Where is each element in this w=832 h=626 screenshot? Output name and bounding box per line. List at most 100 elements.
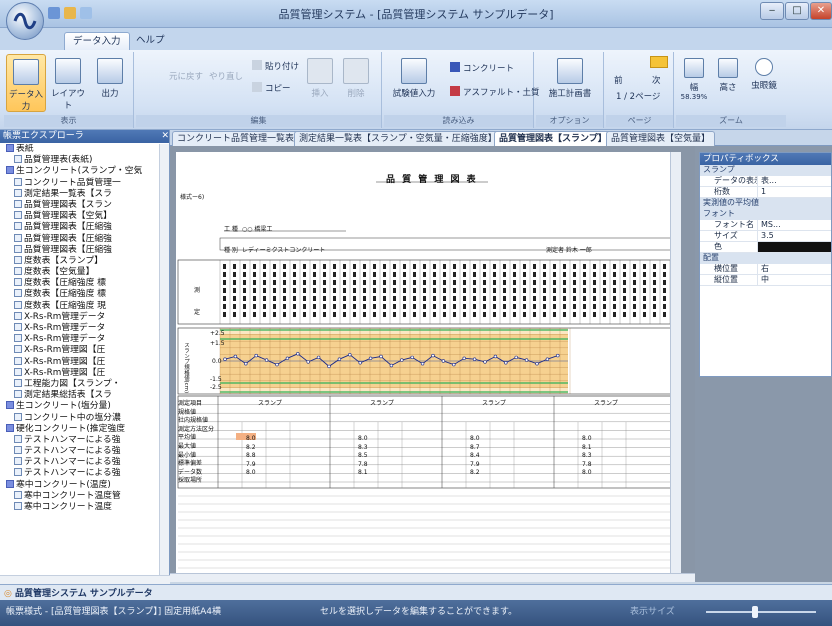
- category-value[interactable]: レディーミクストコンクリート: [242, 245, 325, 254]
- tree-folder[interactable]: 表紙: [0, 144, 160, 155]
- property-value[interactable]: 1: [758, 187, 831, 197]
- stats-cell[interactable]: 7.9: [470, 461, 480, 468]
- property-category[interactable]: フォント: [700, 209, 831, 220]
- tree-item[interactable]: テストハンマーによる強: [0, 434, 160, 446]
- tab-help[interactable]: ヘルプ: [128, 32, 173, 50]
- paste-button[interactable]: 貼り付け: [252, 60, 299, 72]
- property-row[interactable]: サイズ 3.5: [700, 231, 831, 242]
- stats-cell[interactable]: 8.0: [246, 435, 256, 442]
- zoom-slider[interactable]: [706, 611, 816, 613]
- next-arrow-icon[interactable]: [650, 56, 668, 68]
- stats-cell[interactable]: 8.0: [470, 435, 480, 442]
- property-category[interactable]: スランプ: [700, 165, 831, 176]
- tab-concrete-quality-list[interactable]: コンクリート品質管理一覧表: [172, 131, 300, 146]
- insert-button[interactable]: 挿入: [300, 54, 340, 112]
- stats-cell[interactable]: 8.0: [246, 469, 256, 476]
- property-row[interactable]: 縦位置中: [700, 275, 831, 286]
- app-orb-button[interactable]: [6, 2, 44, 40]
- stats-cell[interactable]: 8.2: [246, 444, 256, 451]
- stats-cell[interactable]: 8.1: [582, 444, 592, 451]
- inspector-value[interactable]: 測定者 鈴木 一郎: [546, 245, 592, 254]
- project-tab[interactable]: ◎ 品質管理システム サンプルデータ: [4, 586, 153, 599]
- stats-cell[interactable]: 8.0: [582, 469, 592, 476]
- report-page[interactable]: 様式ー6) 品 質 管 理 図 表 工 種 ○○ 橋梁工 種 別 レディーミクス…: [176, 152, 681, 577]
- stats-cell[interactable]: 8.3: [358, 444, 368, 451]
- tree-folder[interactable]: 硬化コンクリート(推定強度: [0, 423, 160, 435]
- stats-cell[interactable]: 7.8: [582, 461, 592, 468]
- property-row[interactable]: フォント名 MS...: [700, 220, 831, 231]
- next-page-button[interactable]: 次: [652, 74, 661, 86]
- tree-item[interactable]: 寒中コンクリート温度: [0, 502, 160, 513]
- tree-item[interactable]: テストハンマーによる強: [0, 468, 160, 479]
- tree-item[interactable]: 測定結果一覧表【スラ: [0, 188, 160, 200]
- prev-page-button[interactable]: 前: [614, 74, 623, 86]
- tab-quality-chart-slump[interactable]: 品質管理図表【スランプ】: [494, 131, 612, 146]
- close-button[interactable]: ✕: [810, 2, 832, 20]
- tab-quality-chart-air[interactable]: 品質管理図表【空気量】: [606, 131, 716, 146]
- tree-item[interactable]: テストハンマーによる強: [0, 446, 160, 457]
- tree-item[interactable]: 工程能力図【スランプ・: [0, 378, 160, 390]
- tree-item[interactable]: X-Rs-Rm管理データ: [0, 323, 160, 334]
- tree-item[interactable]: 寒中コンクリート温度管: [0, 490, 160, 502]
- tab-data-input[interactable]: データ入力: [64, 32, 130, 50]
- stats-cell[interactable]: 8.7: [470, 444, 480, 451]
- tree-item[interactable]: コンクリート中の塩分濃: [0, 412, 160, 424]
- property-row[interactable]: 色: [700, 242, 831, 253]
- tree-item[interactable]: 度数表【空気量】: [0, 267, 160, 278]
- sheet-vertical-scrollbar[interactable]: [670, 152, 681, 577]
- tree-item[interactable]: 品質管理図表【スラン: [0, 199, 160, 211]
- stats-cell[interactable]: 8.1: [358, 469, 368, 476]
- tree-folder[interactable]: 生コンクリート(塩分量): [0, 401, 160, 412]
- property-row[interactable]: 桁数 1: [700, 187, 831, 198]
- property-row[interactable]: データの表示設定表...: [700, 176, 831, 187]
- tree-item[interactable]: 度数表【圧縮強度 現: [0, 300, 160, 312]
- tree-folder[interactable]: 寒中コンクリート(温度): [0, 479, 160, 491]
- tree-item[interactable]: X-Rs-Rm管理図【圧: [0, 345, 160, 356]
- property-category[interactable]: 配置: [700, 253, 831, 264]
- stats-cell[interactable]: 8.0: [582, 435, 592, 442]
- magnifier-button[interactable]: 虫眼鏡: [746, 54, 782, 112]
- property-category[interactable]: 実測値の平均値: [700, 198, 831, 209]
- sheet-horizontal-scrollbar[interactable]: [170, 573, 695, 582]
- tree-item[interactable]: 品質管理図表【圧縮強: [0, 233, 160, 245]
- asphalt-soil-button[interactable]: アスファルト・土質: [450, 86, 540, 98]
- fit-height-button[interactable]: 高さ: [712, 54, 744, 112]
- tree-item[interactable]: 品質管理図表【圧縮強: [0, 222, 160, 233]
- stats-cell[interactable]: 8.2: [470, 469, 480, 476]
- copy-button[interactable]: コピー: [252, 82, 291, 94]
- data-input-button[interactable]: データ入力: [6, 54, 46, 112]
- stats-cell[interactable]: 8.4: [470, 452, 480, 459]
- output-button[interactable]: 出力: [90, 54, 130, 112]
- property-value[interactable]: 中: [758, 275, 831, 285]
- tree-item[interactable]: 品質管理図表【圧縮強: [0, 244, 160, 256]
- tab-measurement-results[interactable]: 測定結果一覧表【スランプ・空気量・圧縮強度】: [294, 131, 502, 146]
- property-row[interactable]: 横位置右: [700, 264, 831, 275]
- pin-icon[interactable]: ✕: [161, 130, 169, 143]
- stats-cell[interactable]: 8.3: [582, 452, 592, 459]
- construction-plan-button[interactable]: 施工計画書: [540, 54, 600, 112]
- property-value[interactable]: 3.5: [758, 231, 831, 241]
- tree-item[interactable]: 度数表【圧縮強度 標: [0, 278, 160, 289]
- tree-item[interactable]: X-Rs-Rm管理図【圧: [0, 356, 160, 368]
- tree-folder[interactable]: 生コンクリート(スランプ・空気: [0, 166, 160, 177]
- property-value[interactable]: [758, 242, 831, 252]
- property-value[interactable]: 表...: [758, 176, 831, 186]
- stats-cell[interactable]: 8.5: [358, 452, 368, 459]
- tree-item[interactable]: 度数表【圧縮強度 標: [0, 289, 160, 300]
- test-value-input-button[interactable]: 試験値入力: [388, 54, 440, 112]
- delete-button[interactable]: 削除: [336, 54, 376, 112]
- tree-item[interactable]: 品質管理図表【空気】: [0, 211, 160, 222]
- tree-item[interactable]: X-Rs-Rm管理データ: [0, 311, 160, 323]
- property-value[interactable]: 右: [758, 264, 831, 274]
- stats-cell[interactable]: 8.0: [358, 435, 368, 442]
- concrete-button[interactable]: コンクリート: [450, 62, 514, 74]
- tree-item[interactable]: X-Rs-Rm管理図【圧: [0, 367, 160, 379]
- work-type-value[interactable]: ○○ 橋梁工: [242, 224, 272, 233]
- maximize-button[interactable]: □: [785, 2, 809, 20]
- explorer-vertical-scrollbar[interactable]: [159, 144, 169, 576]
- zoom-slider-thumb[interactable]: [752, 606, 758, 618]
- stats-cell[interactable]: 8.8: [246, 452, 256, 459]
- layout-button[interactable]: レイアウト: [48, 54, 88, 112]
- tree-item[interactable]: 度数表【スランプ】: [0, 255, 160, 267]
- tree-item[interactable]: 測定結果総括表【スラ: [0, 390, 160, 401]
